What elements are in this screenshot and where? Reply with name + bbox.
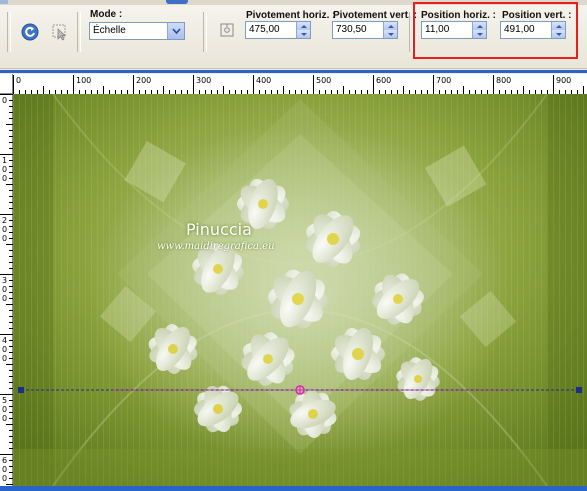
mode-label: Mode : (90, 9, 123, 20)
pivot-horizontal-value: 475,00 (249, 24, 280, 35)
ruler-tick (6, 364, 13, 365)
reset-icon (21, 23, 39, 41)
ruler-tick (523, 86, 524, 94)
mode-value: Échelle (93, 25, 126, 36)
window-border-bottom (0, 486, 587, 491)
ruler-label: 900 (556, 76, 572, 85)
watermark-url: www.maidiregrafica.eu (157, 241, 275, 252)
ruler-tick (6, 484, 13, 485)
ruler-tick (0, 214, 13, 215)
ruler-label: 600 (376, 76, 392, 85)
ruler-tick (6, 244, 13, 245)
watermark-name: Pinuccia (186, 220, 252, 239)
ruler-label: 3 0 0 (2, 276, 8, 303)
pivot-vertical-label: Pivotement vert. : (333, 10, 417, 21)
ruler-tick (0, 334, 13, 335)
pivot-button[interactable] (216, 19, 238, 41)
window-tab[interactable] (0, 0, 8, 4)
ruler-tick (313, 75, 314, 94)
pivot-horizontal-field[interactable]: 475,00 (245, 21, 311, 39)
decrement-button[interactable] (383, 30, 397, 38)
decrement-button[interactable] (296, 30, 310, 38)
ruler-label: 800 (496, 76, 512, 85)
ruler-tick (6, 184, 13, 185)
ruler-tick (13, 75, 14, 94)
ruler-tick (553, 75, 554, 94)
pick-tool-options-bar: Mode : Échelle Pivotement horiz. : 475,0… (0, 0, 587, 69)
ruler-tick (6, 424, 13, 425)
increment-button[interactable] (296, 22, 310, 30)
ruler-corner (0, 74, 13, 94)
ruler-label: 2 0 0 (2, 216, 8, 243)
vertical-ruler: 0 1 0 0 2 0 0 3 0 0 4 0 0 5 0 0 6 0 0 (0, 94, 13, 486)
ruler-tick (0, 94, 13, 95)
ruler-label: 100 (76, 76, 92, 85)
ruler-tick (343, 86, 344, 94)
ruler-label: 500 (316, 76, 332, 85)
ruler-tick (0, 454, 13, 455)
window-border (0, 70, 587, 73)
ruler-tick (253, 75, 254, 94)
ruler-tick (223, 86, 224, 94)
ruler-label: 5 0 0 (2, 396, 8, 423)
ruler-tick (43, 86, 44, 94)
ruler-tick (463, 86, 464, 94)
select-tool-button[interactable] (49, 21, 71, 43)
pivot-vertical-field[interactable]: 730,50 (332, 21, 398, 39)
pivot-icon (220, 23, 234, 37)
ruler-tick (193, 75, 194, 94)
ruler-tick (373, 75, 374, 94)
ruler-tick (0, 274, 13, 275)
ruler-tick (133, 75, 134, 94)
ruler-tick (0, 394, 13, 395)
toolbar-grip[interactable] (7, 12, 11, 52)
ruler-label: 6 0 0 (2, 456, 8, 483)
annotation-highlight-box (413, 2, 578, 59)
mode-select[interactable]: Échelle (89, 22, 185, 40)
window-tab-active[interactable] (166, 0, 188, 4)
ruler-tick (0, 154, 13, 155)
ruler-label: 300 (196, 76, 212, 85)
ruler-tick (103, 86, 104, 94)
pivot-horizontal-label: Pivotement horiz. : (246, 10, 336, 21)
image-canvas[interactable]: Pinuccia www.maidiregrafica.eu (13, 94, 587, 486)
ruler-tick (6, 304, 13, 305)
ruler-label: 1 0 0 (2, 156, 8, 183)
ruler-tick (163, 86, 164, 94)
ruler-tick (73, 75, 74, 94)
ruler-label: 400 (256, 76, 272, 85)
horizontal-ruler: 0 100 200 300 400 500 600 700 800 900 (13, 74, 587, 95)
artwork (13, 94, 587, 486)
reset-button[interactable] (19, 21, 41, 43)
toolbar-separator (203, 12, 207, 52)
increment-button[interactable] (383, 22, 397, 30)
ruler-tick (583, 86, 584, 94)
ruler-tick (6, 124, 13, 125)
select-tool-icon (52, 24, 66, 41)
ruler-label: 4 0 0 (2, 336, 8, 363)
ruler-label: 700 (436, 76, 452, 85)
pivot-vertical-value: 730,50 (336, 24, 367, 35)
ruler-label: 200 (136, 76, 152, 85)
ruler-label: 0 (16, 76, 22, 85)
ruler-tick (283, 86, 284, 94)
ruler-tick (403, 86, 404, 94)
ruler-label: 0 (2, 96, 8, 105)
chevron-down-icon[interactable] (167, 23, 184, 39)
ruler-tick (493, 75, 494, 94)
ruler-tick (433, 75, 434, 94)
toolbar-separator (77, 12, 81, 52)
